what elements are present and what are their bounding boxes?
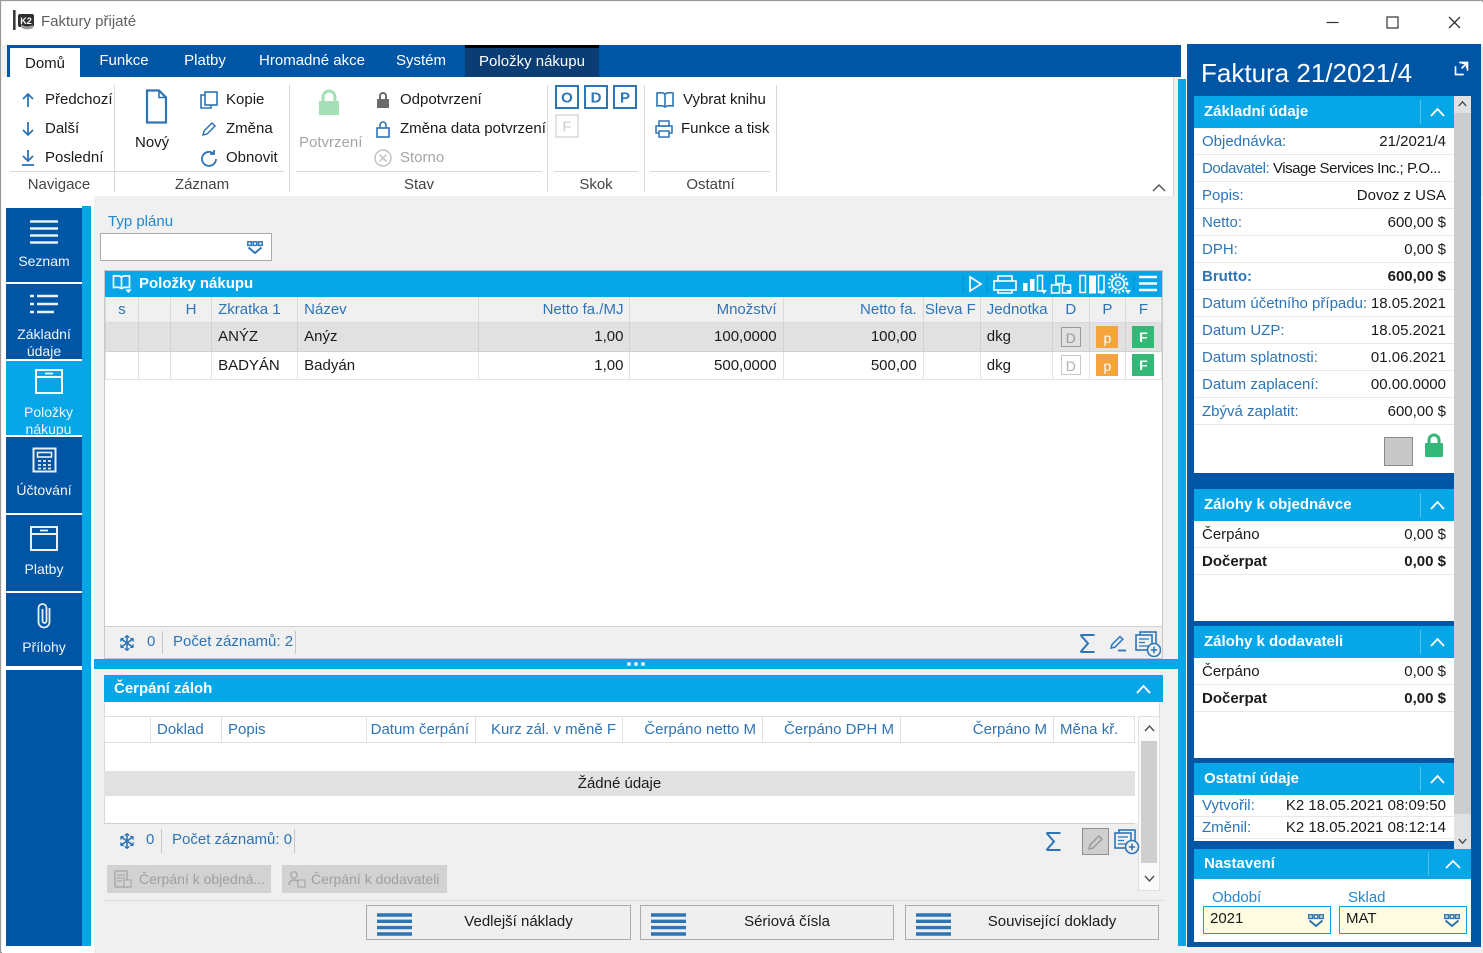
svg-text:F: F bbox=[562, 119, 571, 136]
svg-text:P: P bbox=[620, 90, 630, 107]
svg-text:O: O bbox=[561, 90, 573, 107]
svg-text:D: D bbox=[591, 90, 602, 107]
svg-text:K2: K2 bbox=[20, 16, 32, 26]
